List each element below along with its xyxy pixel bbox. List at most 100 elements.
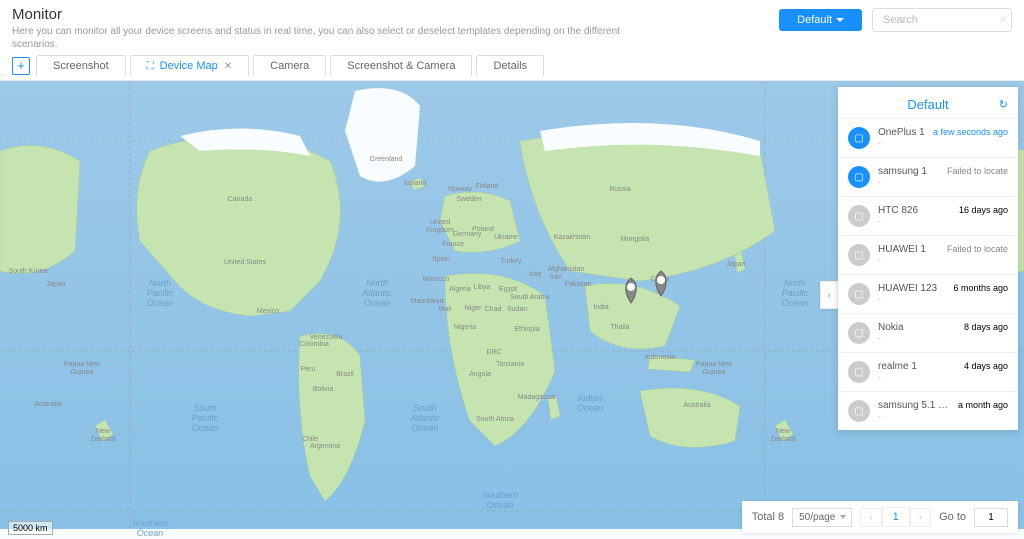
header-left: Monitor Here you can monitor all your de…: [12, 6, 652, 51]
svg-text:Venezuela: Venezuela: [310, 334, 343, 341]
svg-text:Sweden: Sweden: [456, 196, 481, 203]
svg-text:Thaila: Thaila: [610, 324, 629, 331]
svg-text:Nigeria: Nigeria: [454, 324, 476, 331]
svg-text:Mauritania: Mauritania: [411, 298, 444, 305]
refresh-icon[interactable]: ↻: [999, 98, 1008, 111]
svg-text:Turkey: Turkey: [500, 258, 522, 265]
svg-text:Afghanistan: Afghanistan: [548, 266, 585, 273]
tab-details[interactable]: Details: [476, 55, 544, 76]
svg-text:Chile: Chile: [302, 436, 318, 443]
device-time: a month ago: [958, 400, 1008, 410]
svg-text:Brazil: Brazil: [336, 371, 354, 378]
pager-nav: ‹ 1 ›: [860, 507, 931, 527]
device-info: realme 1-: [878, 361, 956, 382]
search-box: ⌕: [872, 8, 1012, 32]
pager-page-1[interactable]: 1: [882, 507, 910, 527]
device-panel: Default ↻ ▢OnePlus 1-a few seconds ago▢s…: [838, 87, 1018, 430]
tab-screenshot-camera[interactable]: Screenshot & Camera: [330, 55, 472, 76]
tab-screenshot[interactable]: Screenshot: [36, 55, 126, 76]
svg-text:Chad: Chad: [485, 306, 502, 313]
device-time: a few seconds ago: [933, 127, 1008, 137]
svg-text:NorthPacificOcean: NorthPacificOcean: [782, 278, 809, 308]
svg-text:Algeria: Algeria: [449, 286, 471, 293]
svg-text:Norway: Norway: [448, 186, 472, 193]
device-info: Nokia-: [878, 322, 956, 343]
svg-text:Japan: Japan: [726, 261, 745, 268]
panel-title: Default: [907, 97, 948, 112]
device-name: HTC 826: [878, 205, 951, 216]
pager-prev-button[interactable]: ‹: [860, 508, 881, 527]
device-item[interactable]: ▢Nokia-8 days ago: [838, 313, 1018, 352]
panel-collapse-button[interactable]: ›: [820, 281, 838, 309]
tab-label: Screenshot: [53, 60, 109, 72]
device-item[interactable]: ▢HUAWEI 1-Failed to locate: [838, 235, 1018, 274]
tab-camera[interactable]: Camera: [253, 55, 326, 76]
device-sub: -: [878, 333, 956, 343]
device-item[interactable]: ▢HUAWEI 123-6 months ago: [838, 274, 1018, 313]
svg-text:Mexico: Mexico: [257, 308, 279, 315]
svg-text:Spain: Spain: [432, 256, 450, 263]
device-time: 4 days ago: [964, 361, 1008, 371]
svg-text:Madagascar: Madagascar: [518, 394, 557, 401]
search-icon[interactable]: ⌕: [1000, 14, 1006, 27]
svg-text:Indonesia: Indonesia: [645, 354, 675, 361]
svg-text:Peru: Peru: [301, 366, 316, 373]
device-name: HUAWEI 123: [878, 283, 945, 294]
search-input[interactable]: [872, 8, 1012, 32]
world-map[interactable]: NorthPacificOcean NorthAtlanticOcean Sou…: [0, 81, 1024, 539]
tab-label: Camera: [270, 60, 309, 72]
svg-text:Tanzania: Tanzania: [496, 361, 524, 368]
device-item[interactable]: ▢ realme 1- 4 days ago: [838, 352, 1018, 391]
device-item[interactable]: ▢HTC 826-16 days ago: [838, 196, 1018, 235]
svg-text:SouthAtlanticOcean: SouthAtlanticOcean: [409, 403, 440, 433]
svg-text:SouthPacificOcean: SouthPacificOcean: [192, 403, 219, 433]
svg-text:Mongolia: Mongolia: [621, 236, 650, 243]
svg-text:NorthPacificOcean: NorthPacificOcean: [147, 278, 174, 308]
svg-text:Finland: Finland: [476, 183, 499, 190]
svg-text:United States: United States: [224, 259, 267, 266]
device-sub: -: [878, 138, 925, 148]
device-info: HTC 826-: [878, 205, 951, 226]
device-sub: -: [878, 372, 956, 382]
svg-text:Egypt: Egypt: [499, 286, 517, 293]
device-name: samsung 5.1 ta...: [878, 400, 950, 411]
device-item[interactable]: ▢samsung 1-Failed to locate: [838, 157, 1018, 196]
svg-text:Bolivia: Bolivia: [313, 386, 334, 393]
svg-text:Iraq: Iraq: [529, 271, 541, 278]
pager-next-button[interactable]: ›: [910, 508, 931, 527]
pagination-bar: Total 8 50/page ‹ 1 › Go to: [742, 501, 1018, 533]
device-sub: -: [878, 411, 950, 421]
svg-text:South Africa: South Africa: [476, 416, 514, 423]
device-item[interactable]: ▢samsung 5.1 ta...-a month ago: [838, 391, 1018, 430]
default-button-label: Default: [797, 14, 832, 26]
panel-header: Default ↻: [838, 87, 1018, 118]
device-time: Failed to locate: [947, 166, 1008, 176]
svg-text:Japan: Japan: [46, 281, 65, 288]
header-right: Default ⌕: [779, 8, 1012, 32]
tab-device-map[interactable]: ⛶ Device Map ✕: [130, 55, 249, 76]
pager-total: Total 8: [752, 511, 784, 523]
device-sub: -: [878, 216, 951, 226]
close-icon[interactable]: ✕: [224, 61, 232, 72]
device-sub: -: [878, 294, 945, 304]
device-icon: ▢: [848, 283, 870, 305]
device-list[interactable]: ▢OnePlus 1-a few seconds ago▢samsung 1-F…: [838, 118, 1018, 430]
add-tab-button[interactable]: +: [12, 57, 30, 75]
device-icon: ▢: [848, 361, 870, 383]
device-time: 8 days ago: [964, 322, 1008, 332]
svg-text:India: India: [593, 304, 608, 311]
svg-text:Angola: Angola: [469, 371, 491, 378]
svg-text:Morocco: Morocco: [423, 276, 450, 283]
device-name: OnePlus 1: [878, 127, 925, 138]
pager-goto-input[interactable]: [974, 508, 1008, 527]
template-default-button[interactable]: Default: [779, 9, 862, 31]
device-icon: ▢: [848, 205, 870, 227]
svg-text:Canada: Canada: [228, 196, 253, 203]
device-item[interactable]: ▢OnePlus 1-a few seconds ago: [838, 118, 1018, 157]
svg-text:Australia: Australia: [34, 401, 61, 408]
svg-text:France: France: [442, 241, 464, 248]
device-name: Nokia: [878, 322, 956, 333]
svg-text:Kazakhstan: Kazakhstan: [554, 234, 591, 241]
pager-per-page-select[interactable]: 50/page: [792, 508, 852, 527]
device-sub: -: [878, 255, 939, 265]
